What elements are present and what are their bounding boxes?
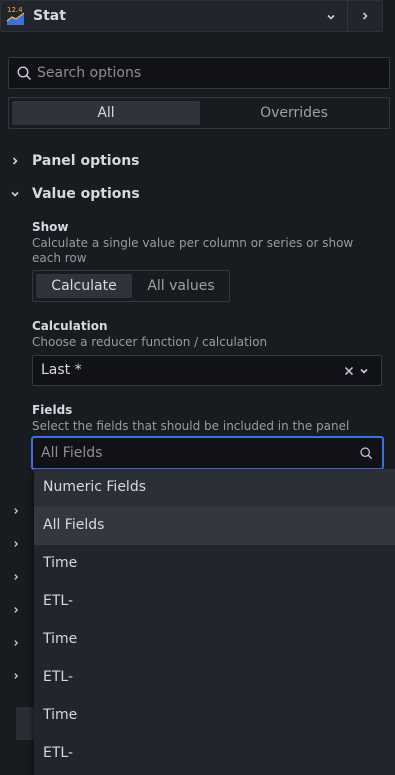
tab-all[interactable]: All bbox=[12, 101, 200, 125]
chevron-right-icon[interactable] bbox=[12, 638, 20, 648]
visualization-picker[interactable]: 12.4 Stat bbox=[0, 0, 383, 32]
search-icon bbox=[360, 447, 373, 460]
add-override-button[interactable] bbox=[16, 707, 34, 740]
clear-icon[interactable] bbox=[344, 366, 354, 376]
tab-overrides[interactable]: Overrides bbox=[202, 101, 386, 125]
fields-label: Fields bbox=[32, 403, 73, 417]
option-label: ETL- bbox=[43, 669, 74, 685]
chevron-right-icon[interactable] bbox=[12, 539, 20, 549]
chevron-down-icon[interactable] bbox=[326, 12, 336, 22]
divider bbox=[347, 1, 348, 31]
dropdown-option[interactable]: Time bbox=[34, 697, 395, 735]
fields-description: Select the fields that should be include… bbox=[32, 419, 350, 433]
section-panel-options[interactable]: Panel options bbox=[0, 148, 395, 178]
viz-badge: 12.4 bbox=[7, 6, 23, 14]
show-radio-group: Calculate All values bbox=[32, 270, 230, 302]
chevron-right-icon[interactable] bbox=[360, 11, 370, 21]
search-options-input[interactable]: Search options bbox=[8, 57, 390, 89]
fields-select-input[interactable]: All Fields bbox=[31, 436, 384, 470]
options-filter-tabs: All Overrides bbox=[8, 97, 390, 129]
show-label: Show bbox=[32, 220, 69, 234]
fields-placeholder: All Fields bbox=[41, 445, 103, 461]
chevron-right-icon[interactable] bbox=[12, 671, 20, 681]
option-label: Numeric Fields bbox=[43, 479, 146, 495]
search-placeholder: Search options bbox=[37, 65, 142, 81]
calculation-description: Choose a reducer function / calculation bbox=[32, 335, 268, 349]
stat-viz-icon: 12.4 bbox=[6, 6, 25, 25]
option-label: Time bbox=[43, 631, 78, 647]
dropdown-option[interactable]: ETL- bbox=[34, 659, 395, 697]
calculation-select[interactable]: Last * bbox=[32, 355, 382, 386]
show-description: Calculate a single value per column or s… bbox=[32, 236, 354, 265]
calculation-value: Last * bbox=[41, 362, 82, 378]
option-label: ETL- bbox=[43, 745, 74, 761]
option-label: All Fields bbox=[43, 517, 105, 533]
dropdown-option[interactable]: Time bbox=[34, 545, 395, 583]
section-title: Value options bbox=[32, 186, 140, 202]
chevron-right-icon[interactable] bbox=[12, 572, 20, 582]
calculation-label: Calculation bbox=[32, 319, 108, 333]
section-value-options[interactable]: Value options bbox=[0, 181, 395, 211]
dropdown-option[interactable]: ETL- bbox=[34, 583, 395, 621]
chevron-down-icon bbox=[11, 191, 19, 197]
option-label: Time bbox=[43, 555, 78, 571]
fields-dropdown-menu: Numeric Fields All Fields Time ETL- Time… bbox=[34, 469, 395, 775]
chevron-down-icon[interactable] bbox=[359, 366, 369, 376]
chevron-right-icon bbox=[12, 157, 18, 165]
option-label: ETL- bbox=[43, 593, 74, 609]
show-option-calculate[interactable]: Calculate bbox=[36, 274, 132, 298]
chevron-right-icon[interactable] bbox=[12, 605, 20, 615]
dropdown-option[interactable]: All Fields bbox=[34, 507, 395, 545]
chevron-right-icon[interactable] bbox=[12, 506, 20, 516]
dropdown-option[interactable]: Numeric Fields bbox=[34, 469, 395, 507]
show-option-all-values[interactable]: All values bbox=[136, 274, 226, 298]
section-title: Panel options bbox=[32, 153, 140, 169]
option-label: Time bbox=[43, 707, 78, 723]
dropdown-option[interactable]: Time bbox=[34, 621, 395, 659]
search-icon bbox=[17, 66, 32, 81]
viz-name: Stat bbox=[33, 8, 66, 24]
dropdown-option[interactable]: ETL- bbox=[34, 735, 395, 773]
